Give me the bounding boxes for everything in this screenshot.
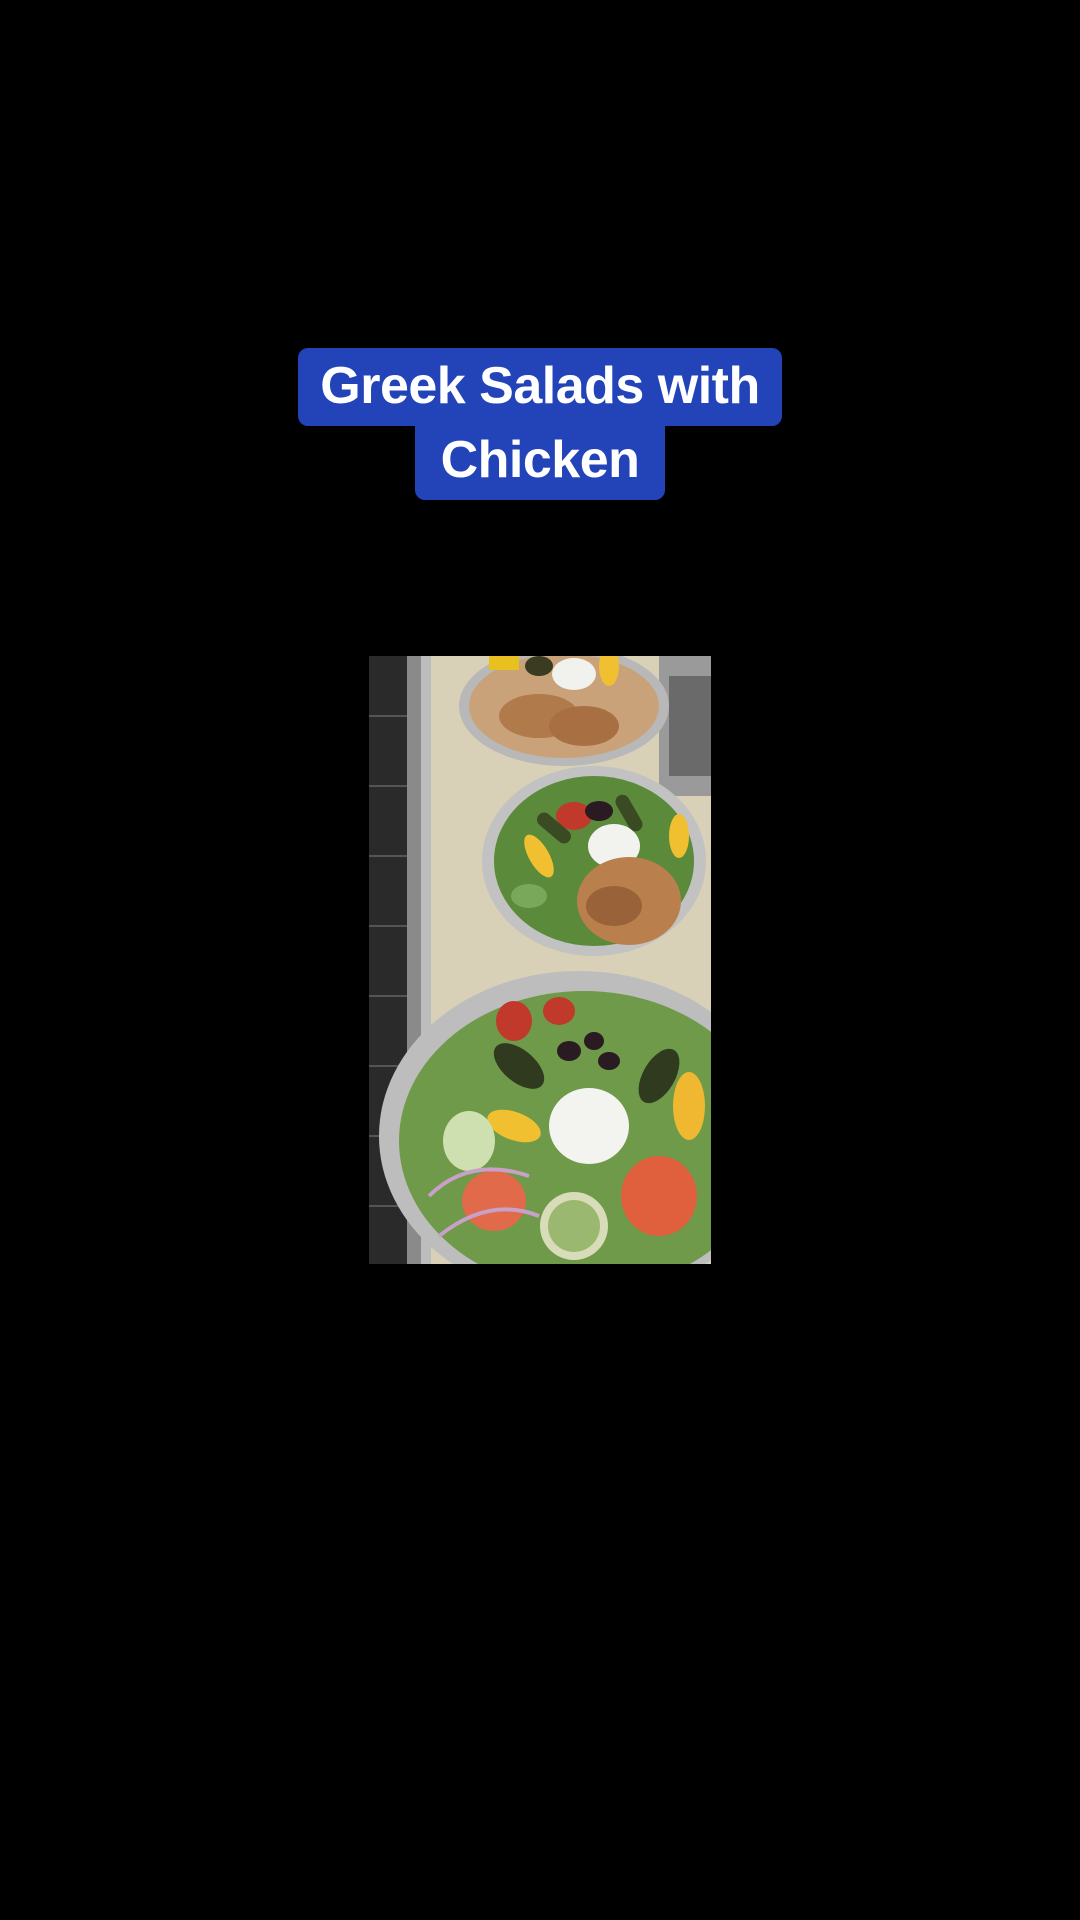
- caption-line-1: Greek Salads with: [298, 348, 782, 426]
- caption-line-2: Chicken: [414, 422, 666, 500]
- caption-overlay: Greek Salads with Chicken: [0, 348, 1080, 500]
- food-photo: [369, 656, 711, 1264]
